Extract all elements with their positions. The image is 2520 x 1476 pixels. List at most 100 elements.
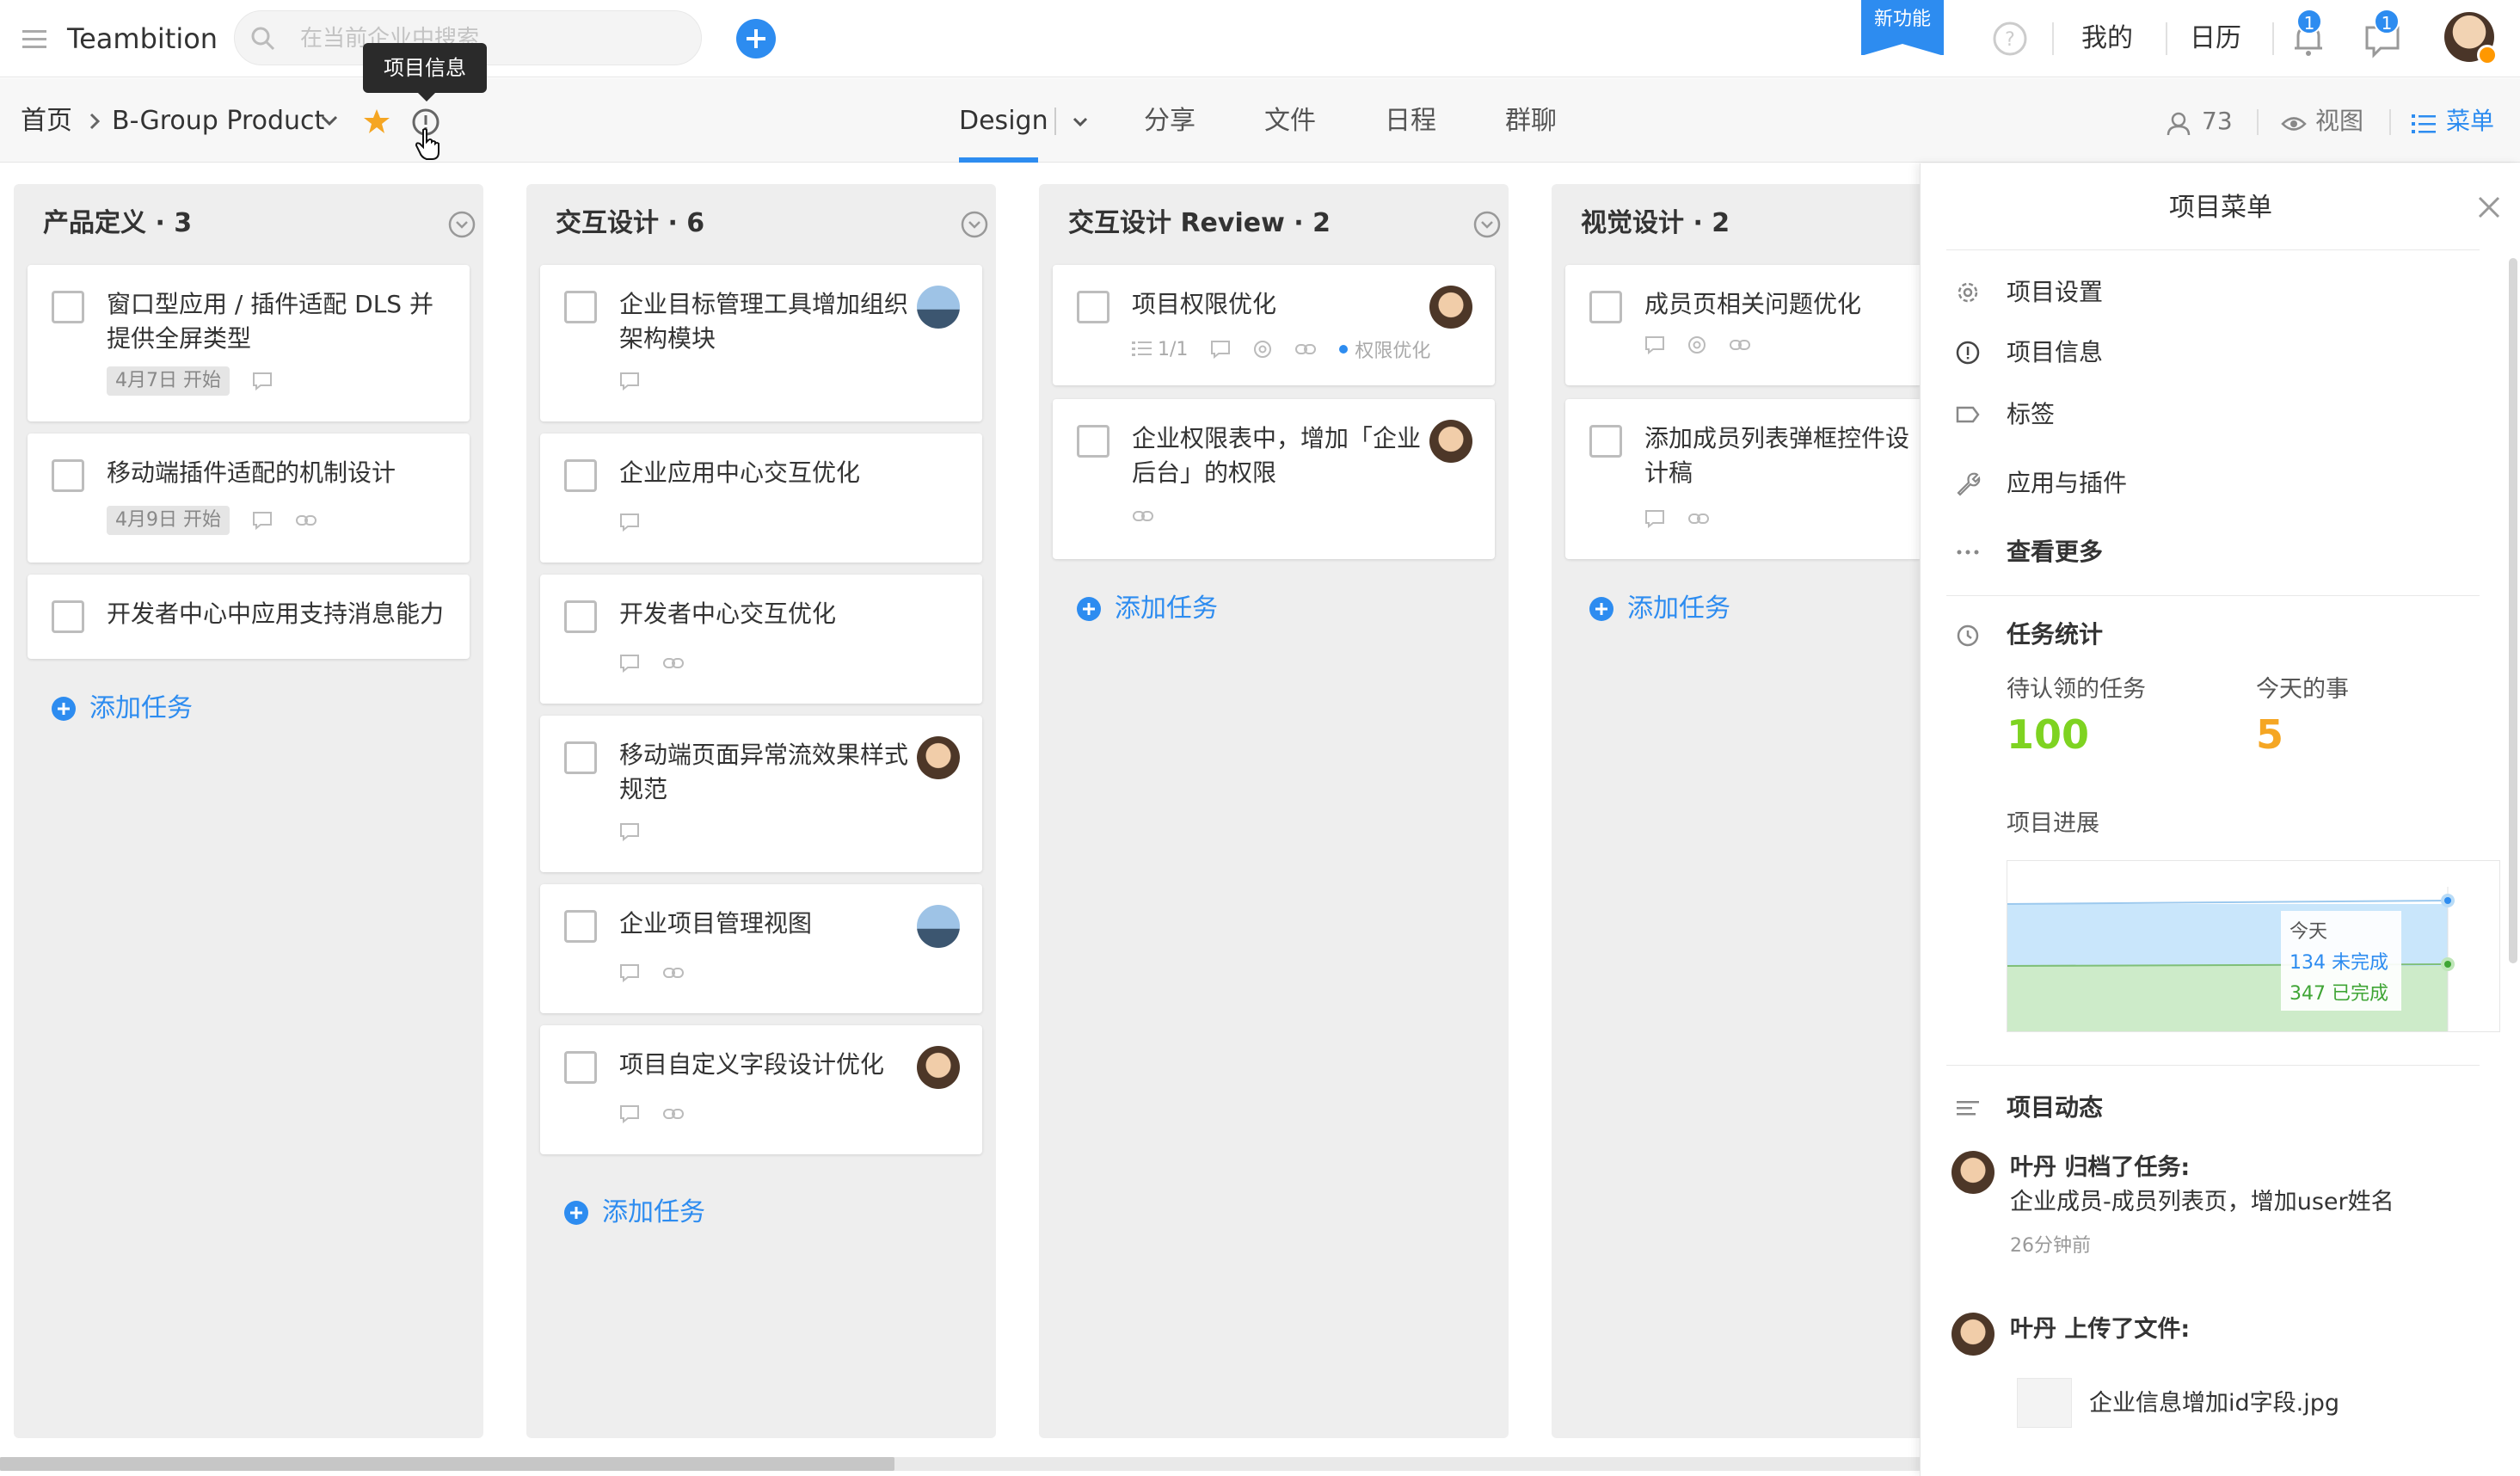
tab-schedule[interactable]: 日程 [1385,104,1436,138]
add-task-button[interactable]: 添加任务 [52,692,193,726]
members-icon[interactable] [2166,111,2191,137]
link-icon [1687,512,1710,526]
tab-group-chat[interactable]: 群聊 [1505,104,1557,138]
today-tasks-value[interactable]: 5 [2256,710,2283,759]
list-menu-icon[interactable] [2412,113,2436,135]
task-checkbox[interactable] [564,600,597,633]
task-card[interactable]: 移动端插件适配的机制设计 4月9日 开始 [28,434,470,563]
assignee-avatar[interactable] [1429,420,1472,463]
add-task-button[interactable]: 添加任务 [564,1196,705,1230]
task-checkbox[interactable] [564,910,597,943]
assignee-avatar[interactable] [917,1046,960,1089]
chevron-down-icon[interactable] [320,114,339,128]
assignee-avatar[interactable] [1429,286,1472,329]
start-date-badge: 4月9日 开始 [107,506,230,535]
task-card[interactable]: 企业目标管理工具增加组织架构模块 [540,265,982,421]
menu-item-see-more[interactable]: 查看更多 [1955,535,2103,569]
menu-item-project-settings[interactable]: 项目设置 [1955,275,2103,310]
tab-design[interactable]: Design [959,104,1048,138]
create-plus-button[interactable] [736,19,776,58]
stage-title: 产品定义 · 3 [43,208,193,238]
task-checkbox[interactable] [1589,425,1622,458]
info-icon [1955,340,1981,366]
tab-share[interactable]: 分享 [1144,104,1195,138]
task-card[interactable]: 企业应用中心交互优化 [540,434,982,563]
task-card[interactable]: 窗口型应用 / 插件适配 DLS 并提供全屏类型 4月7日 开始 [28,265,470,421]
task-checkbox[interactable] [1589,291,1622,323]
menu-item-project-info[interactable]: 项目信息 [1955,335,2103,370]
task-title: 企业应用中心交互优化 [619,458,861,487]
comment-icon [619,963,640,982]
task-checkbox[interactable] [564,1051,597,1084]
assignee-avatar[interactable] [917,736,960,779]
user-avatar[interactable] [2444,12,2498,65]
task-card[interactable]: 开发者中心中应用支持消息能力 [28,575,470,659]
search-input[interactable] [300,20,679,58]
task-card[interactable]: 项目自定义字段设计优化 [540,1025,982,1154]
wrench-icon [1955,470,1981,496]
link-icon [1294,342,1317,356]
task-card[interactable]: 企业项目管理视图 [540,884,982,1013]
stage-column: 交互设计 Review · 2 项目权限优化 1/1 权限优化 企业权限表中，增… [1039,184,1509,1438]
eye-icon[interactable] [2281,114,2307,133]
activity-file-name[interactable]: 企业信息增加id字段.jpg [2089,1387,2339,1421]
help-icon[interactable]: ? [1992,21,2028,57]
assignee-avatar[interactable] [917,905,960,948]
members-count[interactable]: 73 [2202,104,2233,138]
assignee-avatar[interactable] [917,286,960,329]
comment-icon [252,372,273,391]
menu-button[interactable]: 菜单 [2446,104,2494,138]
menu-item-apps-plugins[interactable]: 应用与插件 [1955,466,2127,501]
hamburger-menu-icon[interactable] [21,25,48,52]
task-checkbox[interactable] [564,741,597,774]
my-link[interactable]: 我的 [2081,19,2133,58]
view-button[interactable]: 视图 [2315,104,2363,138]
active-tab-indicator [959,157,1038,163]
task-checkbox[interactable] [1077,291,1109,323]
breadcrumb-home[interactable]: 首页 [21,104,72,138]
add-task-label: 添加任务 [1627,593,1730,624]
task-checkbox[interactable] [52,291,84,323]
task-title: 添加成员列表弹框控件设计稿 [1644,424,1910,487]
pending-tasks-value[interactable]: 100 [2007,710,2089,759]
add-task-button[interactable]: 添加任务 [1589,592,1730,626]
app-logo[interactable]: Teambition [67,19,218,58]
task-checkbox[interactable] [52,600,84,633]
new-feature-ribbon[interactable]: 新功能 [1861,0,1944,56]
breadcrumb-project[interactable]: B-Group Product [112,104,324,138]
stage-menu-chevron-icon[interactable] [960,210,989,239]
tab-dropdown-chevron-icon[interactable] [1072,116,1089,128]
tab-files[interactable]: 文件 [1264,104,1316,138]
stage-menu-chevron-icon[interactable] [1472,210,1502,239]
task-card[interactable]: 企业权限表中，增加「企业后台」的权限 [1053,399,1495,559]
vertical-scrollbar[interactable] [2509,258,2517,963]
task-card[interactable]: 添加成员列表弹框控件设计稿 [1565,399,1920,559]
activity-avatar[interactable] [1951,1151,1994,1194]
horizontal-scrollbar[interactable] [0,1457,1920,1471]
menu-item-tags[interactable]: 标签 [1955,397,2055,432]
comment-icon [619,1104,640,1123]
task-checkbox[interactable] [564,291,597,323]
task-checkbox[interactable] [564,459,597,492]
task-card[interactable]: 成员页相关问题优化 [1565,265,1920,385]
task-tag[interactable]: 权限优化 [1339,335,1430,363]
add-task-label: 添加任务 [89,693,193,723]
task-card[interactable]: 移动端页面异常流效果样式规范 [540,716,982,872]
task-checkbox[interactable] [52,459,84,492]
star-icon[interactable] [363,108,390,135]
close-icon[interactable] [2476,194,2502,220]
mention-icon [1253,340,1272,359]
task-checkbox[interactable] [1077,425,1109,458]
task-title: 企业项目管理视图 [619,909,813,938]
file-thumbnail[interactable] [2017,1378,2072,1428]
activity-avatar[interactable] [1951,1313,1994,1356]
scrollbar-thumb[interactable] [0,1457,894,1471]
task-meta [619,963,685,982]
calendar-link[interactable]: 日历 [2190,19,2241,58]
stage-menu-chevron-icon[interactable] [447,210,476,239]
divider [2389,109,2391,135]
activity-detail[interactable]: 企业成员-成员列表页，增加user姓名 [2010,1185,2394,1220]
add-task-button[interactable]: 添加任务 [1077,592,1218,626]
task-card[interactable]: 开发者中心交互优化 [540,575,982,704]
task-card[interactable]: 项目权限优化 1/1 权限优化 [1053,265,1495,385]
